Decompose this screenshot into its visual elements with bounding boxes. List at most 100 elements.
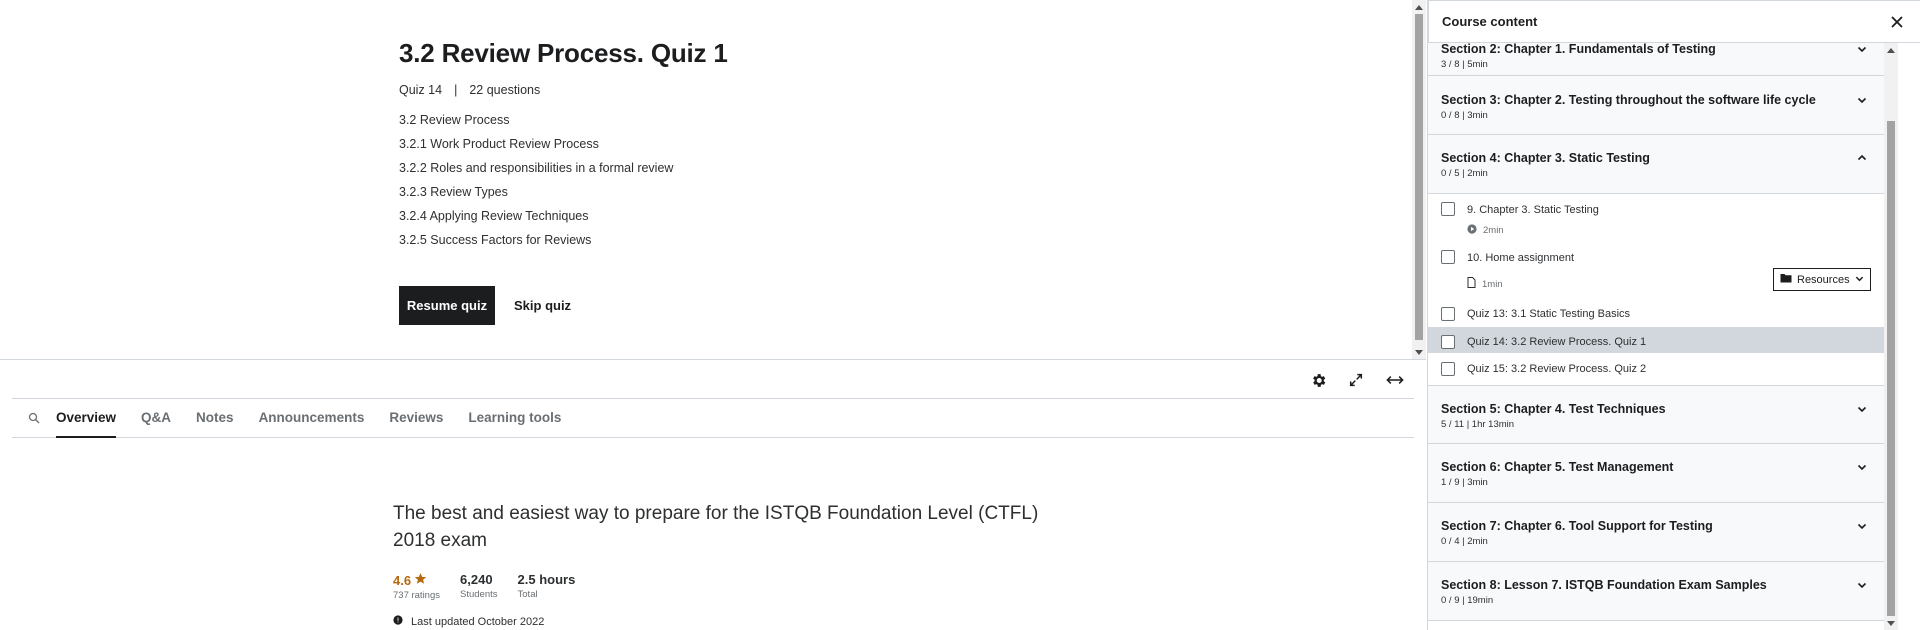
sidebar-header: Course content <box>1428 0 1920 43</box>
horizontal-arrows-icon[interactable] <box>1384 369 1406 391</box>
meta-separator: | <box>454 83 458 97</box>
topic-item: 3.2.2 Roles and responsibilities in a fo… <box>399 161 674 175</box>
overview-panel: The best and easiest way to prepare for … <box>393 500 1093 628</box>
file-icon <box>1467 277 1476 291</box>
close-icon[interactable] <box>1888 13 1906 31</box>
completion-checkbox[interactable] <box>1441 250 1455 264</box>
chevron-down-icon <box>1857 406 1867 413</box>
section-title: Section 4: Chapter 3. Static Testing <box>1441 151 1650 165</box>
rating-stat: 4.6 737 ratings <box>393 572 440 603</box>
chevron-down-icon <box>1857 46 1867 53</box>
section-item[interactable]: Section 4: Chapter 3. Static Testing 0 /… <box>1428 135 1885 194</box>
section-title: Section 8: Lesson 7. ISTQB Foundation Ex… <box>1441 578 1767 592</box>
scroll-up-arrow-icon[interactable] <box>1887 48 1895 53</box>
sidebar-scrollbar[interactable] <box>1884 43 1898 630</box>
completion-checkbox[interactable] <box>1441 362 1455 376</box>
list-item[interactable]: Quiz 15: 3.2 Review Process. Quiz 2 <box>1428 353 1885 385</box>
tab-reviews[interactable]: Reviews <box>389 399 443 437</box>
students-stat: 6,240 Students <box>460 572 498 603</box>
scroll-down-arrow-icon[interactable] <box>1887 621 1895 626</box>
quiz-topic-list: 3.2 Review Process 3.2.1 Work Product Re… <box>399 112 1099 256</box>
quiz-panel: 3.2 Review Process. Quiz 1 Quiz 14 | 22 … <box>0 0 1412 359</box>
chevron-down-icon <box>1855 274 1864 286</box>
item-title: Quiz 14: 3.2 Review Process. Quiz 1 <box>1467 336 1647 348</box>
section-title: Section 3: Chapter 2. Testing throughout… <box>1441 93 1816 107</box>
last-updated-text: Last updated October 2022 <box>411 615 545 628</box>
chevron-down-icon <box>1857 523 1867 530</box>
section-title: Section 7: Chapter 6. Tool Support for T… <box>1441 519 1713 533</box>
chevron-down-icon <box>1857 464 1867 471</box>
section-list: Section 2: Chapter 1. Fundamentals of Te… <box>1428 43 1885 630</box>
duration-stat: 2.5 hours Total <box>518 572 576 603</box>
ratings-count: 737 ratings <box>393 590 441 601</box>
tab-qa[interactable]: Q&A <box>141 399 171 437</box>
section-title: Section 6: Chapter 5. Test Management <box>1441 460 1674 474</box>
gear-icon[interactable] <box>1307 369 1329 391</box>
list-item[interactable]: 10. Home assignment 1min Resources <box>1428 242 1885 299</box>
section-item[interactable]: Section 6: Chapter 5. Test Management 1 … <box>1428 444 1885 503</box>
completion-checkbox[interactable] <box>1441 335 1455 349</box>
hours-label: Total <box>517 589 538 600</box>
scrollbar-thumb[interactable] <box>1887 121 1895 616</box>
list-item[interactable]: 9. Chapter 3. Static Testing 2min <box>1428 194 1885 242</box>
section-meta: 0 / 8 | 3min <box>1441 110 1488 121</box>
quiz-scrollbar[interactable] <box>1412 0 1426 359</box>
folder-icon <box>1780 273 1792 286</box>
course-tabs: Overview Q&A Notes Announcements Reviews… <box>12 398 1414 438</box>
topic-item: 3.2.5 Success Factors for Reviews <box>399 233 592 247</box>
quiz-intro: 3.2 Review Process. Quiz 1 Quiz 14 | 22 … <box>399 38 1099 325</box>
item-duration: 1min <box>1482 278 1503 290</box>
resume-quiz-button[interactable]: Resume quiz <box>399 286 495 325</box>
section-item[interactable]: Section 5: Chapter 4. Test Techniques 5 … <box>1428 385 1885 444</box>
last-updated: Last updated October 2022 <box>393 615 1093 628</box>
search-icon[interactable] <box>28 412 40 424</box>
hours-value: 2.5 hours <box>517 572 576 587</box>
scroll-up-arrow-icon[interactable] <box>1415 5 1423 10</box>
tab-learning-tools[interactable]: Learning tools <box>468 399 561 437</box>
section-title: Section 5: Chapter 4. Test Techniques <box>1441 402 1666 416</box>
tab-announcements[interactable]: Announcements <box>259 399 365 437</box>
item-meta: 2min <box>1467 224 1885 237</box>
item-title: 9. Chapter 3. Static Testing <box>1467 204 1599 216</box>
section-meta: 5 / 11 | 1hr 13min <box>1441 419 1515 430</box>
students-value: 6,240 <box>460 572 493 587</box>
students-label: Students <box>460 589 498 600</box>
scroll-down-arrow-icon[interactable] <box>1415 350 1423 355</box>
item-title: 10. Home assignment <box>1467 252 1574 264</box>
resources-label: Resources <box>1797 273 1850 286</box>
list-item-current[interactable]: Quiz 14: 3.2 Review Process. Quiz 1 <box>1428 327 1885 353</box>
skip-quiz-button[interactable]: Skip quiz <box>514 298 571 313</box>
section-item[interactable]: Section 8: Lesson 7. ISTQB Foundation Ex… <box>1428 562 1885 621</box>
play-circle-icon <box>1467 224 1477 237</box>
resources-dropdown-button[interactable]: Resources <box>1773 268 1871 291</box>
alert-circle-icon <box>393 615 403 628</box>
quiz-title: 3.2 Review Process. Quiz 1 <box>399 38 728 68</box>
course-content-sidebar: Course content Section 2: Chapter 1. Fun… <box>1427 0 1920 630</box>
rating-value: 4.6 <box>393 572 412 588</box>
course-headline: The best and easiest way to prepare for … <box>393 503 1039 551</box>
section-meta: 0 / 9 | 19min <box>1441 595 1494 606</box>
quiz-meta: Quiz 14 | 22 questions <box>399 82 1099 98</box>
scrollbar-thumb[interactable] <box>1415 14 1423 340</box>
quiz-actions: Resume quiz Skip quiz <box>399 286 1099 325</box>
tab-overview[interactable]: Overview <box>56 399 117 438</box>
sidebar-title: Course content <box>1442 14 1538 29</box>
list-item[interactable]: Quiz 13: 3.1 Static Testing Basics <box>1428 299 1885 325</box>
topic-item: 3.2.1 Work Product Review Process <box>399 137 599 151</box>
item-title: Quiz 13: 3.1 Static Testing Basics <box>1467 308 1631 320</box>
completion-checkbox[interactable] <box>1441 202 1455 216</box>
section-meta: 0 / 5 | 2min <box>1441 168 1488 179</box>
chevron-down-icon <box>1857 97 1867 104</box>
quiz-number: Quiz 14 <box>399 83 443 97</box>
section-item[interactable]: Section 2: Chapter 1. Fundamentals of Te… <box>1428 43 1885 76</box>
item-title: Quiz 15: 3.2 Review Process. Quiz 2 <box>1467 363 1647 375</box>
question-count: 22 questions <box>469 83 541 97</box>
player-controls <box>0 359 1426 398</box>
section-item[interactable]: Section 3: Chapter 2. Testing throughout… <box>1428 76 1885 135</box>
expand-icon[interactable] <box>1345 369 1367 391</box>
completion-checkbox[interactable] <box>1441 307 1455 321</box>
topic-item: 3.2.3 Review Types <box>399 185 508 199</box>
course-stats: 4.6 737 ratings 6,240 Students 2.5 hours… <box>393 572 1093 603</box>
tab-notes[interactable]: Notes <box>196 399 234 437</box>
section-item[interactable]: Section 7: Chapter 6. Tool Support for T… <box>1428 503 1885 562</box>
